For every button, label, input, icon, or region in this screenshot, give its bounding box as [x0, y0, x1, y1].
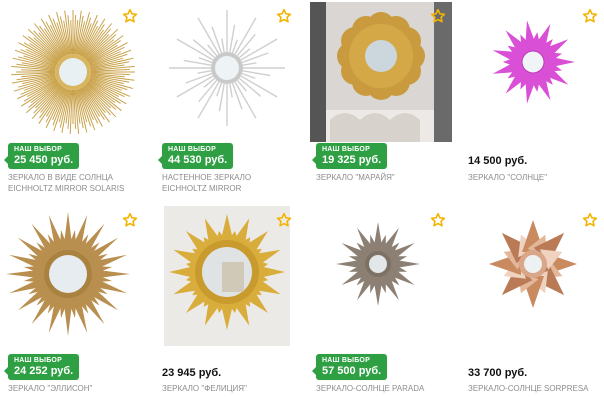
star-outline-icon[interactable]: [276, 8, 292, 24]
product-title[interactable]: НАСТЕННОЕ ЗЕРКАЛО EICHHOLTZ MIRROR REFLE…: [162, 172, 294, 195]
price: 44 530 руб.: [168, 154, 228, 166]
our-choice-badge: НАШ ВЫБОР 57 500 руб.: [311, 354, 388, 380]
price: 19 325 руб.: [322, 154, 382, 166]
star-outline-icon[interactable]: [582, 212, 598, 228]
product-card[interactable]: НАШ ВЫБОР 57 500 руб. ЗЕРКАЛО-СОЛНЦЕ PAR…: [310, 206, 452, 397]
badge-label: НАШ ВЫБОР: [14, 146, 62, 153]
product-title[interactable]: ЗЕРКАЛО "СОЛНЦЕ": [468, 172, 600, 183]
product-title[interactable]: ЗЕРКАЛО-СОЛНЦЕ PARADA: [316, 383, 448, 394]
product-title[interactable]: ЗЕРКАЛО "МАРАЙЯ": [316, 172, 448, 183]
star-outline-icon[interactable]: [276, 212, 292, 228]
star-outline-icon[interactable]: [430, 8, 446, 24]
our-choice-badge: НАШ ВЫБОР 24 252 руб.: [3, 354, 80, 380]
product-title[interactable]: ЗЕРКАЛО "ЭЛЛИСОН": [8, 383, 140, 394]
badge-label: НАШ ВЫБОР: [14, 357, 62, 364]
product-grid: НАШ ВЫБОР 25 450 руб. ЗЕРКАЛО В ВИДЕ СОЛ…: [0, 0, 604, 397]
product-title[interactable]: ЗЕРКАЛО В ВИДЕ СОЛНЦА EICHHOLTZ MIRROR S…: [8, 172, 140, 194]
our-choice-badge: НАШ ВЫБОР 19 325 руб.: [311, 143, 388, 169]
product-card[interactable]: 33 700 руб. ЗЕРКАЛО-СОЛНЦЕ SORPRESA: [462, 206, 604, 397]
our-choice-badge: НАШ ВЫБОР 25 450 руб.: [3, 143, 80, 169]
product-title[interactable]: ЗЕРКАЛО "ФЕЛИЦИЯ": [162, 383, 294, 394]
price: 23 945 руб.: [162, 367, 222, 379]
price: 33 700 руб.: [468, 367, 528, 379]
product-card[interactable]: НАШ ВЫБОР 25 450 руб. ЗЕРКАЛО В ВИДЕ СОЛ…: [2, 2, 144, 195]
price: 24 252 руб.: [14, 365, 74, 377]
our-choice-badge: НАШ ВЫБОР 44 530 руб.: [157, 143, 234, 169]
star-outline-icon[interactable]: [122, 212, 138, 228]
badge-label: НАШ ВЫБОР: [168, 146, 216, 153]
price: 14 500 руб.: [468, 155, 528, 167]
price: 25 450 руб.: [14, 154, 74, 166]
product-card[interactable]: 23 945 руб. ЗЕРКАЛО "ФЕЛИЦИЯ": [156, 206, 298, 397]
badge-label: НАШ ВЫБОР: [322, 146, 370, 153]
product-card[interactable]: НАШ ВЫБОР 24 252 руб. ЗЕРКАЛО "ЭЛЛИСОН": [2, 206, 144, 397]
badge-label: НАШ ВЫБОР: [322, 357, 370, 364]
star-outline-icon[interactable]: [122, 8, 138, 24]
product-title[interactable]: ЗЕРКАЛО-СОЛНЦЕ SORPRESA: [468, 383, 600, 394]
product-card[interactable]: НАШ ВЫБОР 19 325 руб. ЗЕРКАЛО "МАРАЙЯ": [310, 2, 452, 195]
star-outline-icon[interactable]: [430, 212, 446, 228]
star-outline-icon[interactable]: [582, 8, 598, 24]
product-card[interactable]: 14 500 руб. ЗЕРКАЛО "СОЛНЦЕ": [462, 2, 604, 195]
product-card[interactable]: НАШ ВЫБОР 44 530 руб. НАСТЕННОЕ ЗЕРКАЛО …: [156, 2, 298, 195]
price: 57 500 руб.: [322, 365, 382, 377]
